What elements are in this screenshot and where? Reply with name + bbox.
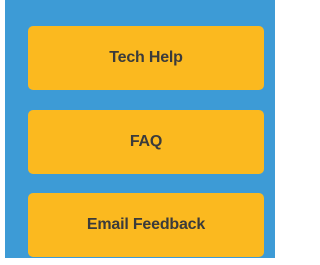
faq-button[interactable]: FAQ: [28, 110, 264, 174]
tech-help-label: Tech Help: [109, 49, 183, 66]
help-menu-panel: Tech Help FAQ Email Feedback: [5, 0, 275, 258]
faq-label: FAQ: [129, 133, 163, 150]
email-feedback-label: Email Feedback: [86, 216, 206, 233]
email-feedback-button[interactable]: Email Feedback: [28, 193, 264, 257]
tech-help-button[interactable]: Tech Help: [28, 26, 264, 90]
